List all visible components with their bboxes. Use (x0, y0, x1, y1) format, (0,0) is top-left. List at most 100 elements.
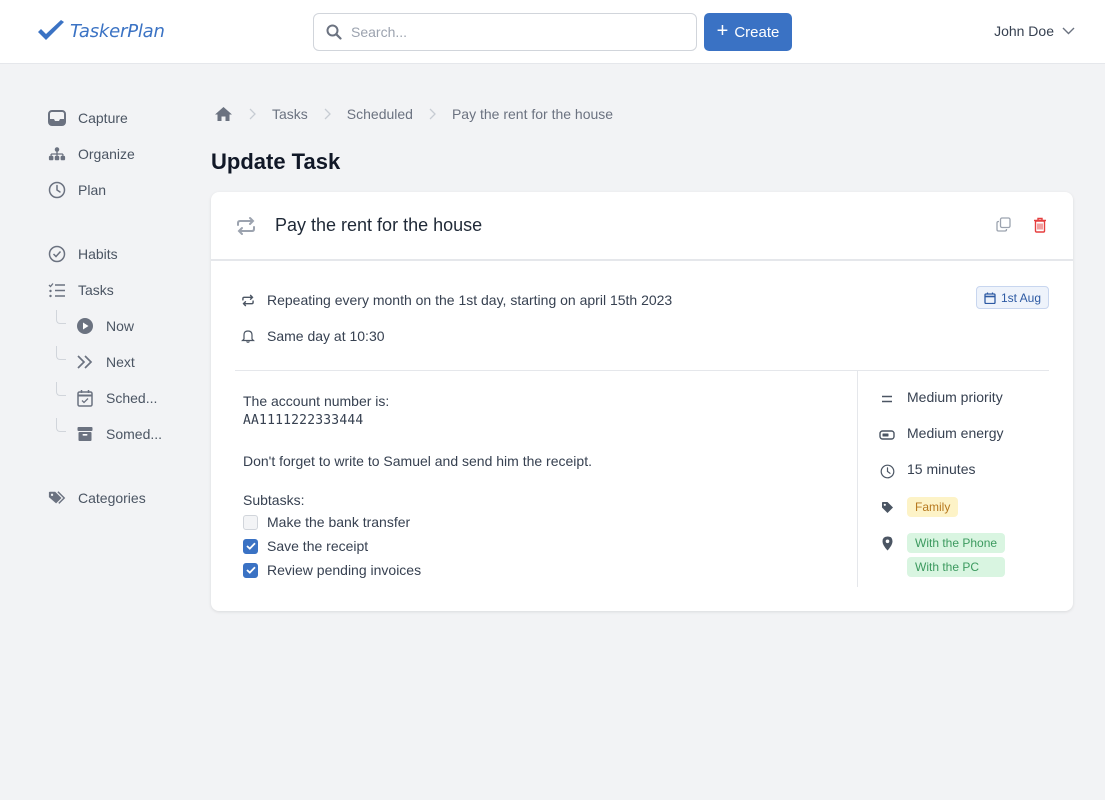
chevron-right-icon (429, 108, 436, 120)
subtask-list: Make the bank transfer Save the receipt … (243, 510, 592, 582)
account-number: AA1111222333444 (243, 413, 364, 428)
calendar-icon (984, 292, 996, 304)
archive-icon (76, 425, 94, 443)
search-input[interactable] (351, 24, 671, 40)
tree-branch (56, 310, 66, 324)
breadcrumb: Tasks Scheduled Pay the rent for the hou… (214, 106, 613, 122)
task-meta: Repeating every month on the 1st day, st… (241, 290, 672, 362)
task-card: Pay the rent for the house Repeating eve… (211, 192, 1073, 611)
sidebar-item-label: Habits (78, 246, 118, 262)
tag-icon (879, 497, 895, 517)
tree-branch (56, 346, 66, 360)
task-properties: Medium priority Medium energy 15 minutes… (879, 389, 1006, 593)
due-date-text: 1st Aug (1000, 290, 1041, 305)
reminder-text: Same day at 10:30 (267, 328, 385, 344)
sidebar-item-label: Next (106, 354, 135, 370)
context-tag[interactable]: With the PC (907, 557, 1006, 577)
sidebar-item-plan[interactable]: Plan (48, 172, 198, 208)
app-name: TaskerPlan (70, 20, 165, 42)
subtask-label: Make the bank transfer (267, 513, 411, 530)
play-icon (76, 317, 94, 335)
plus-icon: + (716, 20, 729, 42)
subtask-item[interactable]: Make the bank transfer (243, 510, 592, 534)
create-label: Create (734, 23, 780, 41)
category-property[interactable]: Family (879, 497, 1005, 517)
user-name: John Doe (994, 23, 1054, 39)
battery-icon (879, 425, 895, 445)
subtasks-label: Subtasks: (243, 492, 305, 508)
location-pin-icon (879, 533, 895, 553)
chevron-down-icon (1062, 27, 1075, 35)
sidebar: Capture Organize Plan Habits Tasks Now N… (48, 100, 198, 516)
sidebar-item-someday[interactable]: Somed... (48, 416, 198, 452)
trash-icon[interactable] (1033, 217, 1047, 233)
subtask-item[interactable]: Review pending invoices (243, 558, 592, 582)
context-tag[interactable]: With the Phone (907, 533, 1006, 553)
sidebar-item-label: Now (106, 318, 135, 334)
task-title[interactable]: Pay the rent for the house (275, 215, 482, 236)
sidebar-item-tasks[interactable]: Tasks (48, 272, 198, 308)
breadcrumb-scheduled[interactable]: Scheduled (347, 106, 413, 122)
breadcrumb-tasks[interactable]: Tasks (272, 106, 308, 122)
repeat-icon (241, 294, 255, 307)
subtask-checkbox[interactable] (243, 562, 258, 578)
sidebar-item-habits[interactable]: Habits (48, 236, 198, 272)
duration-text: 15 minutes (907, 461, 976, 477)
subtask-item[interactable]: Save the receipt (243, 534, 592, 558)
sidebar-item-capture[interactable]: Capture (48, 100, 198, 136)
app-logo[interactable]: TaskerPlan (36, 19, 165, 43)
sidebar-item-next[interactable]: Next (48, 344, 198, 380)
sidebar-item-label: Sched... (106, 390, 158, 406)
sidebar-item-label: Capture (78, 110, 128, 126)
sidebar-item-now[interactable]: Now (48, 308, 198, 344)
check-icon (245, 566, 256, 574)
repeat-text: Repeating every month on the 1st day, st… (267, 292, 673, 308)
task-notes[interactable]: The account number is: AA1111222333444 D… (243, 392, 592, 582)
energy-text: Medium energy (907, 425, 1004, 441)
checklist-icon (48, 281, 66, 299)
sidebar-item-label: Somed... (106, 426, 163, 442)
create-button[interactable]: + Create (704, 13, 792, 51)
sidebar-item-scheduled[interactable]: Sched... (48, 380, 198, 416)
double-chevron-icon (76, 353, 94, 371)
page-title: Update Task (211, 149, 341, 174)
sidebar-item-label: Categories (78, 490, 146, 506)
home-icon[interactable] (214, 106, 233, 122)
tree-branch (56, 382, 66, 396)
context-property[interactable]: With the Phone With the PC (879, 533, 1006, 577)
clock-icon (48, 181, 66, 199)
breadcrumb-current: Pay the rent for the house (451, 106, 614, 122)
top-header: TaskerPlan + Create John Doe (0, 0, 1105, 64)
chevron-right-icon (249, 108, 256, 120)
checkmark-logo-icon (36, 19, 66, 43)
user-menu[interactable]: John Doe (994, 23, 1075, 39)
category-tag[interactable]: Family (907, 497, 959, 517)
repeat-row[interactable]: Repeating every month on the 1st day, st… (241, 290, 672, 310)
reminder-row[interactable]: Same day at 10:30 (241, 326, 672, 346)
tags-icon (48, 489, 66, 507)
sidebar-item-label: Tasks (78, 282, 114, 298)
task-card-header: Pay the rent for the house (211, 192, 1073, 261)
repeat-icon (235, 216, 257, 236)
search-box[interactable] (313, 13, 697, 51)
inbox-icon (48, 109, 66, 127)
subtask-checkbox[interactable] (243, 514, 258, 530)
subtask-checkbox[interactable] (243, 538, 258, 554)
check-icon (245, 542, 256, 550)
energy-property[interactable]: Medium energy (879, 425, 1005, 445)
priority-property[interactable]: Medium priority (879, 389, 1005, 409)
clock-icon (879, 461, 895, 481)
duplicate-icon[interactable] (996, 217, 1011, 233)
duration-property[interactable]: 15 minutes (879, 461, 1005, 481)
divider (235, 370, 1049, 371)
sidebar-item-categories[interactable]: Categories (48, 480, 198, 516)
subtask-label: Save the receipt (267, 537, 369, 554)
tree-branch (56, 418, 66, 432)
sidebar-item-label: Organize (78, 146, 135, 162)
due-date-badge[interactable]: 1st Aug (975, 286, 1049, 309)
hierarchy-icon (48, 145, 66, 163)
sidebar-item-organize[interactable]: Organize (48, 136, 198, 172)
check-circle-icon (48, 245, 66, 263)
search-icon (326, 24, 342, 40)
priority-text: Medium priority (907, 389, 1003, 405)
